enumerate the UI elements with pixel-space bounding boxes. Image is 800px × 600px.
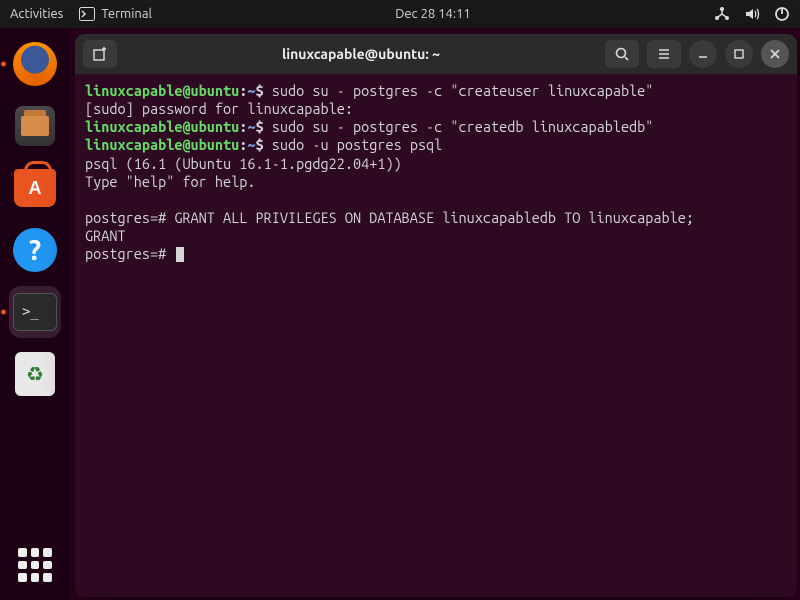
top-bar: Activities Terminal Dec 28 14:11 (0, 0, 800, 28)
dock-item-trash[interactable]: ♻ (9, 348, 61, 400)
new-tab-button[interactable] (83, 40, 117, 68)
software-icon (14, 169, 56, 207)
hamburger-icon (656, 46, 672, 62)
firefox-icon (13, 42, 57, 86)
dock-item-help[interactable]: ? (9, 224, 61, 276)
help-icon: ? (13, 228, 57, 272)
current-app-name: Terminal (101, 7, 152, 21)
minimize-button[interactable] (689, 40, 717, 68)
terminal-window: linuxcapable@ubuntu: ~ linuxcapable@ubun… (75, 34, 797, 597)
current-app-indicator[interactable]: Terminal (79, 7, 152, 21)
volume-icon[interactable] (744, 6, 760, 22)
dock-item-software[interactable] (9, 162, 61, 214)
search-icon (614, 46, 630, 62)
close-button[interactable] (761, 40, 789, 68)
dock-item-files[interactable] (9, 100, 61, 152)
dock: ? >_ ♻ (0, 28, 70, 600)
titlebar[interactable]: linuxcapable@ubuntu: ~ (75, 34, 797, 74)
maximize-icon (733, 48, 745, 60)
close-icon (769, 48, 781, 60)
maximize-button[interactable] (725, 40, 753, 68)
new-tab-icon (92, 46, 108, 62)
power-icon[interactable] (774, 6, 790, 22)
minimize-icon (697, 48, 709, 60)
show-applications-button[interactable] (18, 548, 52, 582)
terminal-body[interactable]: linuxcapable@ubuntu:~$ sudo su - postgre… (75, 74, 797, 597)
menu-button[interactable] (647, 40, 681, 68)
activities-button[interactable]: Activities (10, 7, 63, 21)
terminal-icon: >_ (13, 293, 57, 331)
search-button[interactable] (605, 40, 639, 68)
dock-item-firefox[interactable] (9, 38, 61, 90)
network-icon[interactable] (714, 6, 730, 22)
trash-icon: ♻ (15, 352, 55, 396)
clock[interactable]: Dec 28 14:11 (395, 7, 471, 21)
files-icon (15, 106, 55, 146)
terminal-small-icon (79, 7, 95, 21)
window-title: linuxcapable@ubuntu: ~ (125, 46, 597, 62)
dock-item-terminal[interactable]: >_ (9, 286, 61, 338)
